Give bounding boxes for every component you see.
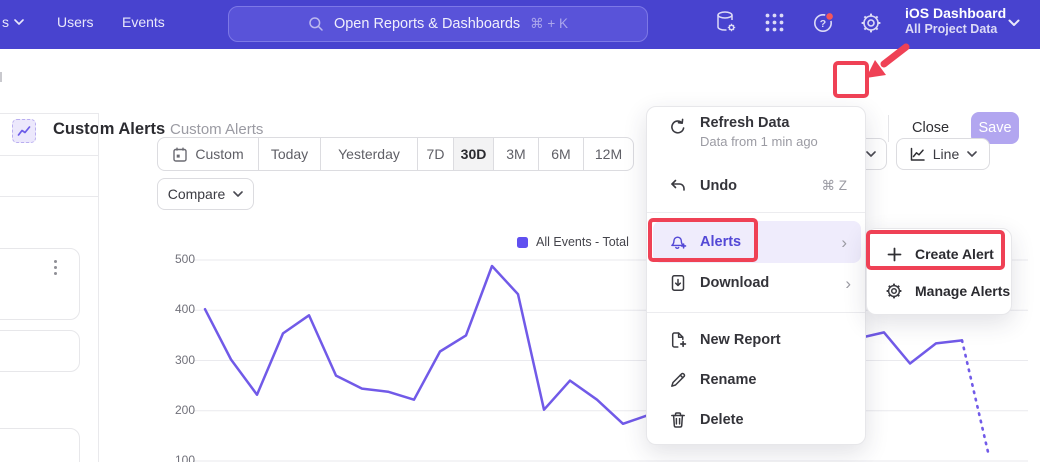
y-axis-tick-label: 400	[160, 302, 195, 316]
y-axis-tick-label: 100	[160, 453, 195, 462]
chevron-right-icon: ›	[841, 234, 847, 251]
alerts-submenu: Create Alert Manage Alerts	[866, 228, 1012, 315]
submenu-item-label: Manage Alerts	[915, 283, 1010, 299]
menu-item-delete[interactable]: Delete	[647, 402, 865, 438]
menu-item-label: Alerts	[700, 234, 741, 250]
menu-item-label: Undo	[700, 178, 737, 194]
menu-item-label: Download	[700, 275, 769, 291]
trash-icon	[669, 411, 687, 429]
undo-icon	[669, 177, 687, 195]
menu-item-subtitle: Data from 1 min ago	[700, 134, 818, 149]
pencil-icon	[669, 371, 687, 389]
gear-icon	[885, 282, 903, 300]
menu-item-label: Rename	[700, 372, 756, 388]
menu-item-label: Delete	[700, 412, 744, 428]
chevron-right-icon: ›	[845, 275, 851, 292]
refresh-icon	[669, 118, 687, 136]
menu-item-label: New Report	[700, 332, 781, 348]
y-axis-tick-label: 500	[160, 252, 195, 266]
menu-item-label: Refresh Data	[700, 115, 818, 131]
new-report-icon	[669, 331, 687, 349]
y-axis-tick-label: 200	[160, 403, 195, 417]
more-options-menu: Refresh Data Data from 1 min ago Undo ⌘ …	[646, 106, 866, 445]
menu-item-download[interactable]: Download ›	[647, 265, 865, 301]
y-axis-tick-label: 300	[160, 353, 195, 367]
menu-item-rename[interactable]: Rename	[647, 362, 865, 398]
app-window: s Users Events Open Reports & Dashboards…	[0, 0, 1040, 462]
plus-icon	[885, 247, 903, 262]
divider	[647, 212, 865, 213]
submenu-item-label: Create Alert	[915, 246, 994, 262]
menu-item-alerts[interactable]: Alerts ›	[653, 221, 861, 263]
menu-item-undo[interactable]: Undo ⌘ Z	[647, 168, 865, 204]
download-icon	[669, 274, 687, 292]
submenu-item-create-alert[interactable]: Create Alert	[867, 235, 1011, 273]
submenu-item-manage-alerts[interactable]: Manage Alerts	[867, 272, 1011, 310]
menu-item-new-report[interactable]: New Report	[647, 322, 865, 358]
menu-item-shortcut: ⌘ Z	[822, 178, 848, 194]
menu-item-refresh-data[interactable]: Refresh Data Data from 1 min ago	[647, 115, 865, 159]
alert-bell-icon	[669, 233, 687, 251]
divider	[647, 312, 865, 313]
